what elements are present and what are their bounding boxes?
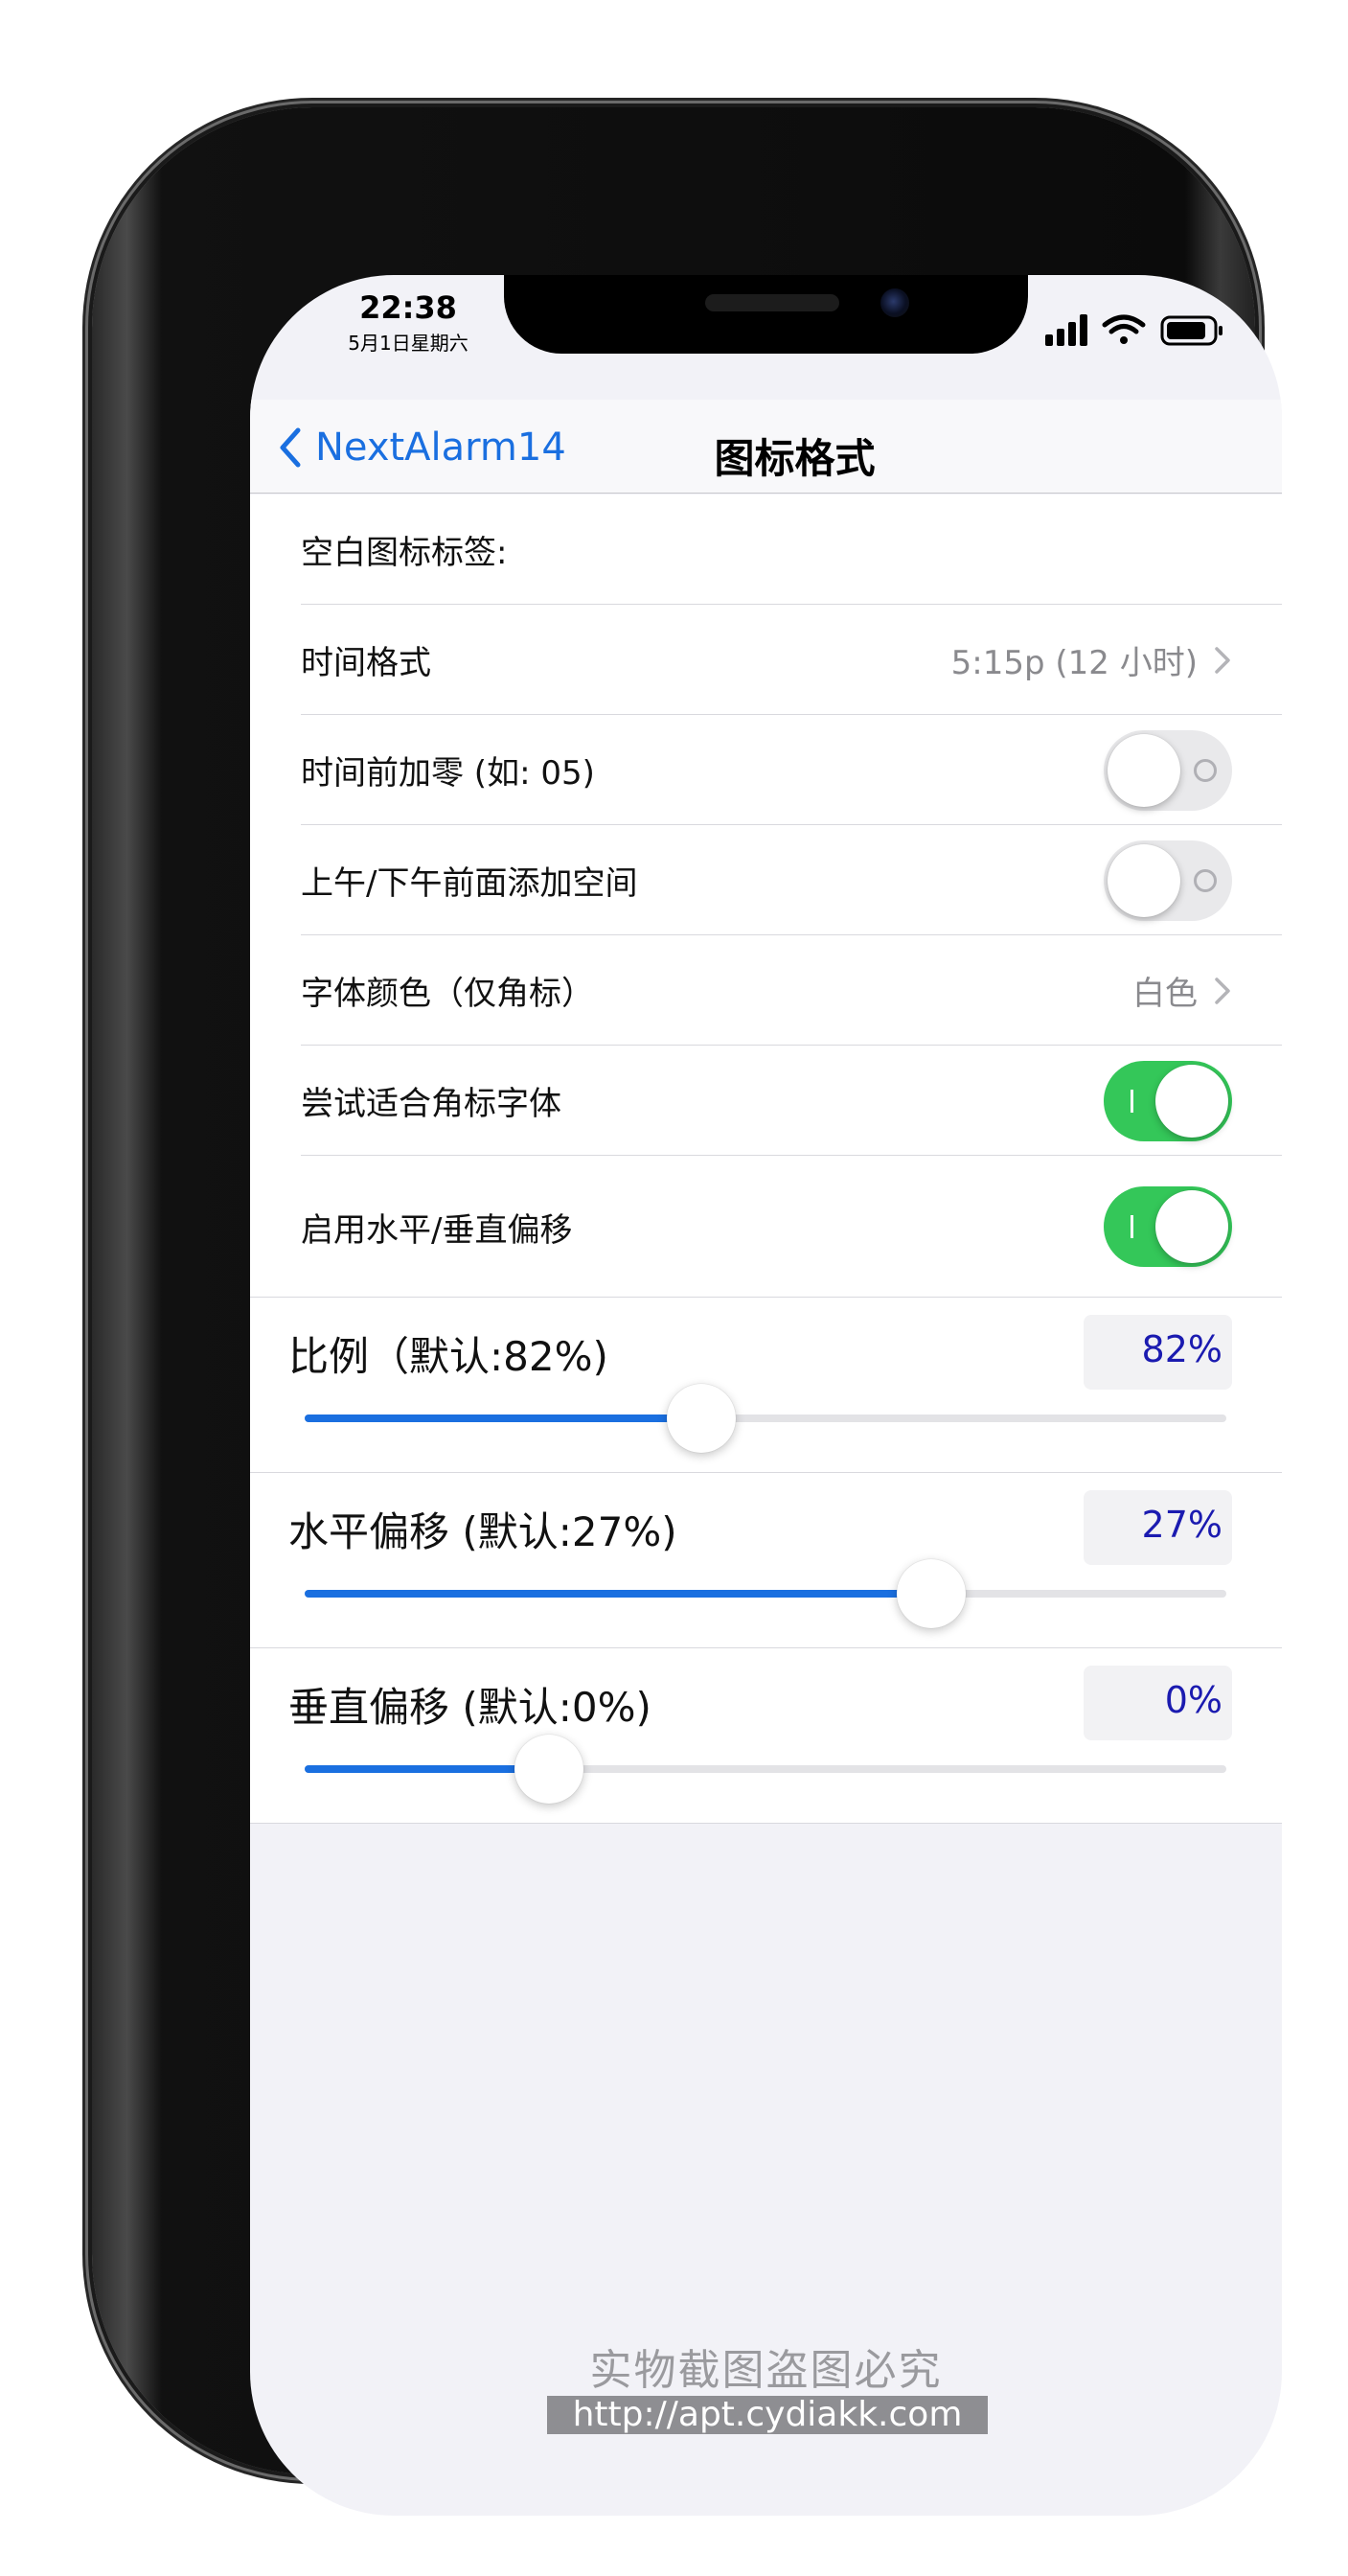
notch xyxy=(504,275,1028,354)
slider-value-field[interactable]: 82% xyxy=(1084,1315,1232,1390)
leading-zero-row: 时间前加零 (如: 05) xyxy=(250,715,1282,825)
slider-title: 垂直偏移 (默认:0%) xyxy=(288,1684,651,1731)
screen: 22:38 5月1日星期六 NextAlarm14 图标格式 空白图标标签: 时… xyxy=(250,275,1282,2516)
status-date: 5月1日星期六 xyxy=(348,332,468,355)
toggle-off-icon xyxy=(1194,868,1217,892)
vertical-offset-slider-row: 垂直偏移 (默认:0%) 0% xyxy=(250,1648,1282,1824)
row-value: 白色 xyxy=(1132,975,1198,1013)
row-label: 尝试适合角标字体 xyxy=(301,1085,561,1123)
scale-slider-row: 比例（默认:82%) 82% xyxy=(250,1298,1282,1473)
settings-list: 空白图标标签: 时间格式 5:15p (12 小时) 时间前加零 (如: 05) xyxy=(250,494,1282,1824)
earpiece-speaker xyxy=(705,294,839,311)
font-color-row[interactable]: 字体颜色（仅角标） 白色 xyxy=(250,935,1282,1046)
time-format-row[interactable]: 时间格式 5:15p (12 小时) xyxy=(250,605,1282,715)
ampm-space-row: 上午/下午前面添加空间 xyxy=(250,825,1282,935)
status-icons xyxy=(1045,311,1237,350)
navigation-bar: NextAlarm14 图标格式 xyxy=(250,400,1282,494)
watermark-text: 实物截图盗图必究 xyxy=(589,2346,943,2395)
front-camera xyxy=(880,288,909,317)
scale-slider-thumb[interactable] xyxy=(666,1384,736,1453)
fit-badge-font-row: 尝试适合角标字体 xyxy=(250,1046,1282,1156)
horizontal-offset-slider-track[interactable] xyxy=(305,1559,1226,1628)
row-label: 字体颜色（仅角标） xyxy=(301,975,594,1013)
ampm-space-toggle[interactable] xyxy=(1104,840,1232,921)
watermark-url: http://apt.cydiakk.com xyxy=(547,2396,988,2434)
slider-title: 比例（默认:82%) xyxy=(288,1333,608,1380)
scale-slider-track[interactable] xyxy=(305,1384,1226,1453)
row-label: 上午/下午前面添加空间 xyxy=(301,864,638,903)
leading-zero-toggle[interactable] xyxy=(1104,729,1232,811)
chevron-right-icon xyxy=(1215,977,1230,1004)
phone-frame: 22:38 5月1日星期六 NextAlarm14 图标格式 空白图标标签: 时… xyxy=(92,107,1282,2516)
vertical-offset-slider-thumb[interactable] xyxy=(514,1735,583,1804)
blank-icon-label-row: 空白图标标签: xyxy=(250,494,1282,605)
battery-icon xyxy=(1160,315,1222,346)
row-label: 时间格式 xyxy=(301,644,431,682)
toggle-on-icon xyxy=(1131,1089,1133,1113)
slider-title: 水平偏移 (默认:27%) xyxy=(288,1508,677,1555)
slider-value-field[interactable]: 27% xyxy=(1084,1490,1232,1565)
toggle-off-icon xyxy=(1194,758,1217,782)
row-value: 5:15p (12 小时) xyxy=(950,644,1198,682)
status-time: 22:38 xyxy=(359,289,457,326)
enable-offset-row: 启用水平/垂直偏移 xyxy=(250,1156,1282,1298)
enable-offset-toggle[interactable] xyxy=(1104,1186,1232,1267)
horizontal-offset-slider-thumb[interactable] xyxy=(897,1559,967,1628)
chevron-right-icon xyxy=(1215,646,1230,674)
row-label: 空白图标标签: xyxy=(301,534,508,572)
vertical-offset-slider-track[interactable] xyxy=(305,1735,1226,1804)
cellular-signal-icon xyxy=(1045,314,1087,346)
page-title: 图标格式 xyxy=(714,435,876,482)
row-label: 启用水平/垂直偏移 xyxy=(301,1210,573,1250)
slider-value-field[interactable]: 0% xyxy=(1084,1666,1232,1740)
horizontal-offset-slider-row: 水平偏移 (默认:27%) 27% xyxy=(250,1473,1282,1648)
row-label: 时间前加零 (如: 05) xyxy=(301,754,595,793)
toggle-on-icon xyxy=(1131,1215,1133,1238)
fit-badge-font-toggle[interactable] xyxy=(1104,1060,1232,1141)
wifi-icon xyxy=(1102,314,1146,344)
